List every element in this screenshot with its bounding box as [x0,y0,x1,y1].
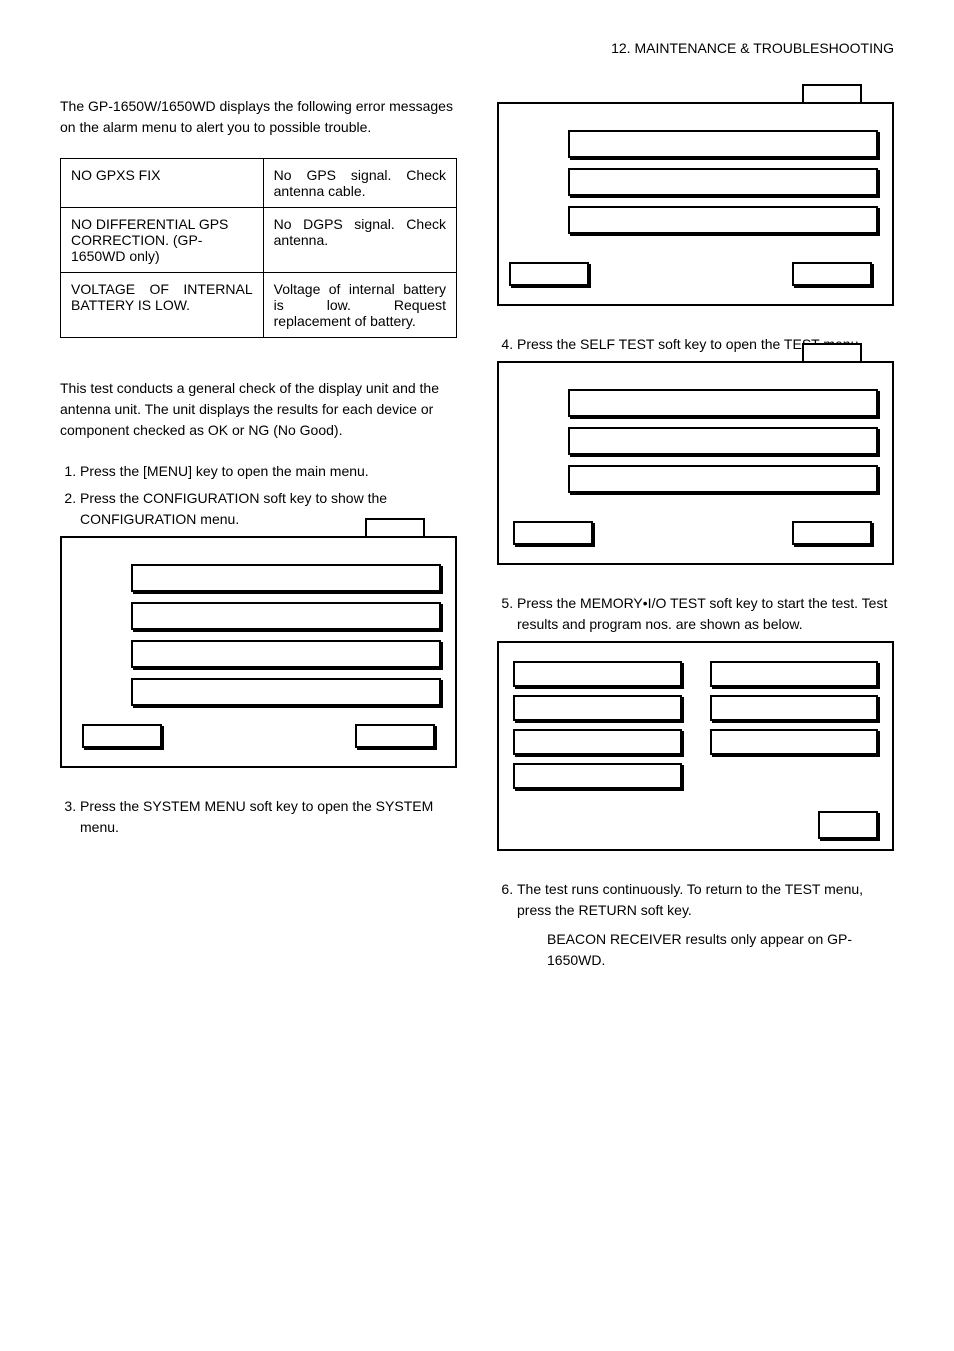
menu-button[interactable] [568,465,878,493]
menu-tab [365,518,425,536]
err-msg-0: NO GPXS FIX [61,159,264,208]
menu-small-button[interactable] [513,521,593,545]
note-text: BEACON RECEIVER results only appear on G… [547,929,894,971]
step-5: Press the MEMORY•I/O TEST soft key to st… [517,593,894,635]
menu-button[interactable] [568,168,878,196]
menu-tab [802,343,862,361]
diagnostic-intro: This test conducts a general check of th… [60,378,457,441]
page-header: 12. MAINTENANCE & TROUBLESHOOTING [60,40,894,56]
menu-small-button[interactable] [792,262,872,286]
test-result-item [513,661,682,687]
test-result-item [710,661,879,687]
memory-io-test-figure [497,641,894,851]
error-message-table: NO GPXS FIX No GPS signal. Check antenna… [60,158,457,338]
test-result-item [513,763,682,789]
err-msg-1: NO DIFFERENTIAL GPS CORRECTION. (GP-1650… [61,208,264,273]
step-1: Press the [MENU] key to open the main me… [80,461,457,482]
err-meaning-1: No DGPS signal. Check antenna. [263,208,456,273]
menu-button[interactable] [131,640,441,668]
err-msg-2: VOLTAGE OF INTERNAL BATTERY IS LOW. [61,273,264,338]
menu-button[interactable] [131,564,441,592]
menu-button[interactable] [131,678,441,706]
test-result-item [710,729,879,755]
test-result-item [513,695,682,721]
test-result-item [513,729,682,755]
menu-small-button[interactable] [509,262,589,286]
menu-small-button[interactable] [82,724,162,748]
menu-small-button[interactable] [792,521,872,545]
menu-button[interactable] [131,602,441,630]
test-result-item [710,695,879,721]
menu-small-button[interactable] [355,724,435,748]
err-meaning-0: No GPS signal. Check antenna cable. [263,159,456,208]
step-3: Press the SYSTEM MENU soft key to open t… [80,796,457,838]
return-button[interactable] [818,811,878,839]
menu-button[interactable] [568,389,878,417]
test-menu-figure [497,361,894,565]
menu-button[interactable] [568,427,878,455]
menu-button[interactable] [568,206,878,234]
err-meaning-2: Voltage of internal battery is low. Requ… [263,273,456,338]
menu-button[interactable] [568,130,878,158]
menu-tab [802,84,862,102]
configuration-menu-figure [60,536,457,768]
intro-paragraph: The GP-1650W/1650WD displays the followi… [60,96,457,138]
system-menu-figure [497,102,894,306]
step-6: The test runs continuously. To return to… [517,879,894,921]
